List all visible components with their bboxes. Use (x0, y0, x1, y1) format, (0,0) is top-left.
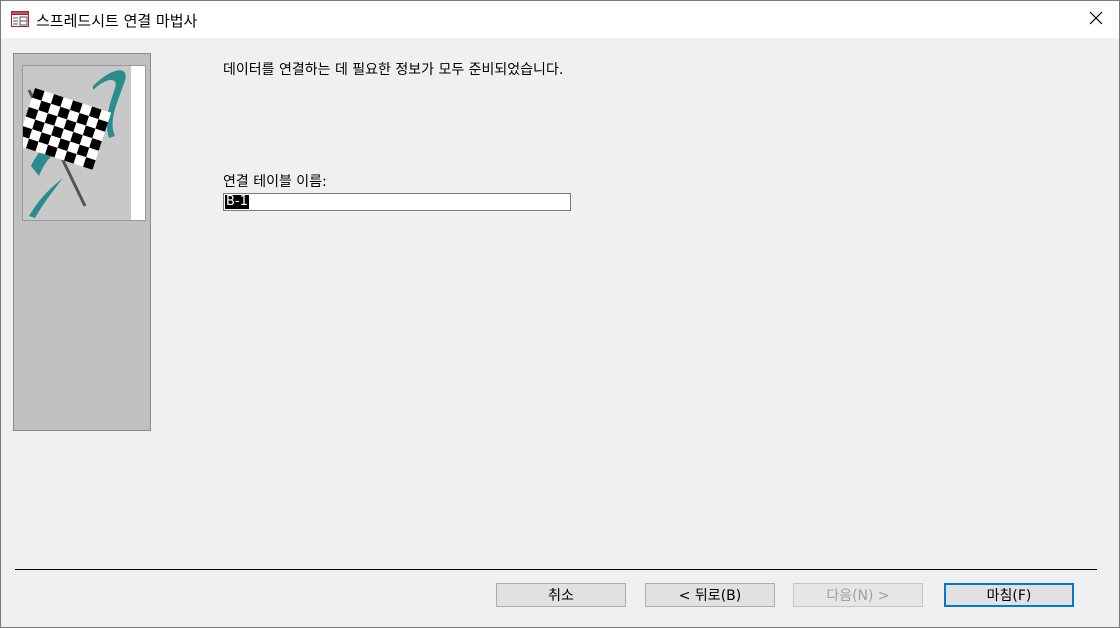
finish-button[interactable]: 마침(F) (944, 583, 1074, 607)
table-name-input[interactable]: B-1 (223, 193, 571, 211)
title-bar: 스프레드시트 연결 마법사 (1, 1, 1119, 38)
close-button[interactable] (1073, 1, 1119, 38)
ready-message: 데이터를 연결하는 데 필요한 정보가 모두 준비되었습니다. (223, 62, 564, 78)
wizard-window: 스프레드시트 연결 마법사 데이터를 연결하는 데 필요한 정보가 모두 준비되… (0, 0, 1120, 628)
checkered-flag-illustration (22, 65, 146, 221)
window-title: 스프레드시트 연결 마법사 (36, 12, 198, 30)
table-name-value: B-1 (225, 194, 249, 209)
close-icon (1089, 10, 1103, 29)
wizard-side-panel (13, 53, 151, 431)
next-button[interactable]: 다음(N) > (793, 583, 923, 607)
table-name-label: 연결 테이블 이름: (223, 174, 327, 190)
table-icon (11, 11, 29, 27)
button-separator (15, 569, 1097, 570)
cancel-button[interactable]: 취소 (496, 583, 626, 607)
back-button[interactable]: < 뒤로(B) (645, 583, 775, 607)
